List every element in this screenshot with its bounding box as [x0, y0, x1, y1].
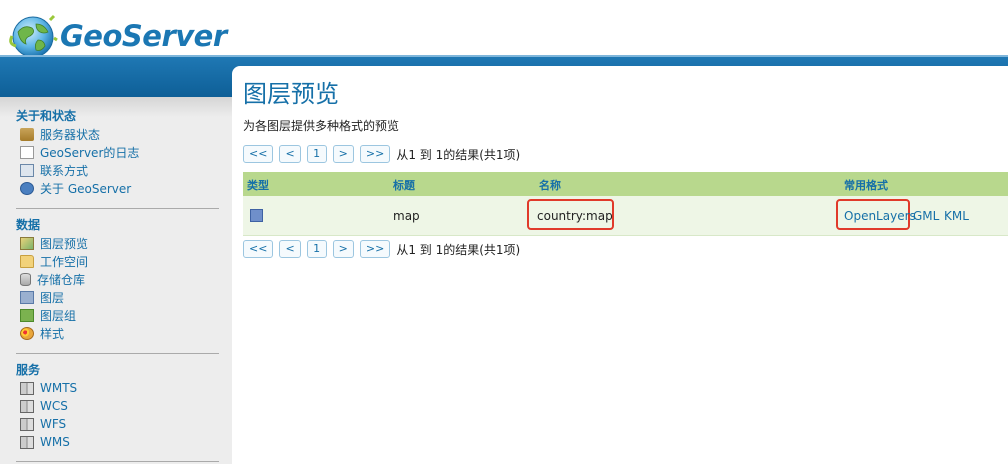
nav-item-logs[interactable]: GeoServer的日志	[16, 143, 219, 161]
layer-title: map	[393, 209, 420, 223]
nav-divider	[16, 208, 219, 209]
layer-icon	[20, 290, 34, 304]
nav-title-about: 关于和状态	[16, 109, 77, 123]
nav-item-wcs[interactable]: WCS	[16, 397, 219, 415]
nav-item-server-status[interactable]: 服务器状态	[16, 125, 219, 143]
pager-summary: 从1 到 1的结果(共1项)	[396, 147, 521, 162]
database-icon	[20, 272, 31, 286]
page-number-button[interactable]: 1	[306, 145, 327, 163]
gml-link[interactable]: GML	[913, 209, 939, 223]
kml-link[interactable]: KML	[944, 209, 969, 223]
service-icon	[20, 399, 34, 413]
nav-item-wmts[interactable]: WMTS	[16, 379, 219, 397]
nav-item-contact[interactable]: 联系方式	[16, 161, 219, 179]
last-page-button[interactable]: >>	[359, 240, 391, 258]
nav-section-data: 数据 图层预览 工作空间 存储仓库 图层 图层组 样式	[16, 216, 219, 342]
nav-item-layer-groups[interactable]: 图层组	[16, 306, 219, 324]
first-page-button[interactable]: <<	[243, 145, 274, 163]
info-icon	[20, 181, 34, 195]
service-icon	[20, 417, 34, 431]
column-header-title[interactable]: 标题	[393, 177, 415, 193]
pager-bottom: << < 1 > >> 从1 到 1的结果(共1项)	[243, 240, 520, 258]
prev-page-button[interactable]: <	[279, 240, 301, 258]
first-page-button[interactable]: <<	[243, 240, 274, 258]
page-description: 为各图层提供多种格式的预览	[243, 119, 400, 133]
nav-title-services: 服务	[16, 363, 41, 377]
page-title: 图层预览	[243, 80, 339, 108]
nav-item-styles[interactable]: 样式	[16, 324, 219, 342]
column-header-type[interactable]: 类型	[247, 177, 269, 193]
contact-card-icon	[20, 163, 34, 177]
map-preview-icon	[20, 236, 34, 250]
pager-summary: 从1 到 1的结果(共1项)	[396, 242, 521, 257]
pager-top: << < 1 > >> 从1 到 1的结果(共1项)	[243, 145, 520, 163]
nav-item-workspaces[interactable]: 工作空间	[16, 252, 219, 270]
page-number-button[interactable]: 1	[306, 240, 327, 258]
layer-name: country:map	[537, 209, 613, 223]
app-name: GeoServer	[60, 19, 227, 53]
log-document-icon	[20, 145, 34, 159]
folder-icon	[20, 254, 34, 268]
service-icon	[20, 381, 34, 395]
globe-logo-icon	[9, 14, 58, 58]
nav-item-about[interactable]: 关于 GeoServer	[16, 179, 219, 197]
next-page-button[interactable]: >	[332, 145, 354, 163]
nav-section-about: 关于和状态 服务器状态 GeoServer的日志 联系方式 关于 GeoServ…	[16, 107, 219, 197]
header: GeoServer	[0, 0, 1008, 58]
layer-type-icon	[250, 209, 263, 222]
table-header: 类型 标题 名称 常用格式	[243, 172, 1008, 196]
server-status-icon	[20, 127, 34, 141]
nav-divider	[16, 353, 219, 354]
nav-item-wms[interactable]: WMS	[16, 433, 219, 451]
nav-title-data: 数据	[16, 218, 41, 232]
prev-page-button[interactable]: <	[279, 145, 301, 163]
table-row: map country:map OpenLayers GML KML	[243, 196, 1008, 236]
geoserver-logo[interactable]: GeoServer	[8, 12, 227, 60]
nav-item-layers[interactable]: 图层	[16, 288, 219, 306]
last-page-button[interactable]: >>	[359, 145, 391, 163]
nav-item-layer-preview[interactable]: 图层预览	[16, 234, 219, 252]
nav-divider	[16, 461, 219, 462]
nav-item-wfs[interactable]: WFS	[16, 415, 219, 433]
next-page-button[interactable]: >	[332, 240, 354, 258]
column-header-formats: 常用格式	[844, 179, 888, 192]
column-header-name[interactable]: 名称	[539, 177, 561, 193]
service-icon	[20, 435, 34, 449]
nav-item-stores[interactable]: 存储仓库	[16, 270, 219, 288]
layer-table: 类型 标题 名称 常用格式 map country:map OpenLayers…	[243, 172, 1008, 236]
openlayers-link[interactable]: OpenLayers	[844, 209, 916, 223]
layer-group-icon	[20, 308, 34, 322]
nav-section-services: 服务 WMTS WCS WFS WMS	[16, 361, 219, 451]
style-palette-icon	[20, 326, 34, 340]
